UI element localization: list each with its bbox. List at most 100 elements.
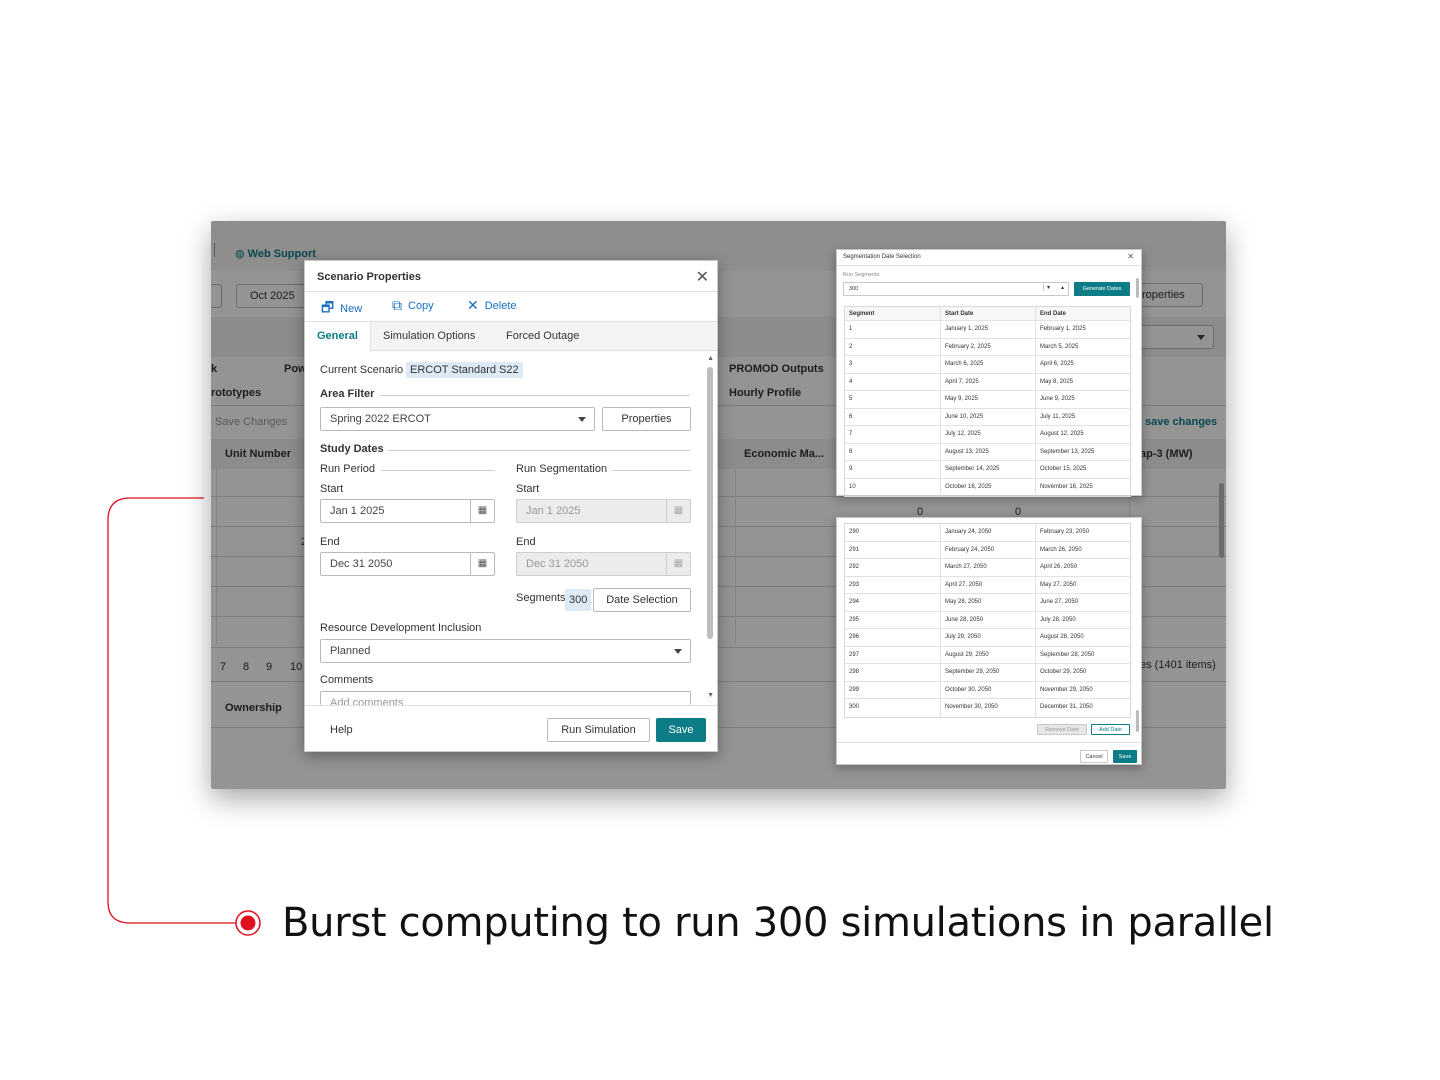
- segment-row[interactable]: 292 March 27, 2050 April 26, 2050: [845, 559, 1130, 577]
- area-filter-select[interactable]: Spring 2022 ERCOT: [320, 407, 595, 431]
- date-selection-button[interactable]: Date Selection: [593, 588, 691, 612]
- calendar-icon: ▦: [666, 553, 690, 575]
- col-start-date: Start Date: [941, 307, 1036, 320]
- segment-row[interactable]: 297 August 29, 2050 September 28, 2050: [845, 646, 1130, 664]
- segment-row[interactable]: 295 June 28, 2050 July 28, 2050: [845, 611, 1130, 629]
- tab-general[interactable]: General: [305, 322, 371, 352]
- segment-row[interactable]: 10 October 16, 2025 November 16, 2025: [845, 478, 1130, 496]
- study-dates-heading: Study Dates: [320, 443, 384, 455]
- segment-end-date: April 26, 2050: [1040, 564, 1078, 570]
- close-icon[interactable]: ✕: [696, 267, 709, 287]
- segment-row[interactable]: 293 April 27, 2050 May 27, 2050: [845, 576, 1130, 594]
- segment-start-date: June 28, 2050: [941, 611, 1036, 628]
- segment-start-date: March 27, 2050: [941, 559, 1036, 576]
- segment-end-date: August 12, 2025: [1040, 431, 1084, 437]
- current-scenario-label: Current Scenario: [320, 364, 404, 376]
- segment-number: 295: [845, 611, 941, 628]
- dialog-scrollbar[interactable]: [707, 367, 713, 639]
- add-date-button[interactable]: Add Date: [1091, 724, 1130, 735]
- segment-row[interactable]: 8 August 13, 2025 September 13, 2025: [845, 443, 1130, 461]
- segmentation-title: Segmentation Date Selection: [843, 254, 921, 260]
- segment-end-date: June 9, 2025: [1040, 396, 1075, 402]
- seg-start-label: Start: [516, 483, 540, 495]
- seg-end-label: End: [516, 536, 536, 548]
- segment-number: 296: [845, 629, 941, 646]
- segment-row[interactable]: 6 June 10, 2025 July 11, 2025: [845, 408, 1130, 426]
- segment-row[interactable]: 300 November 30, 2050 December 31, 2050: [845, 699, 1130, 717]
- segment-row[interactable]: 7 July 12, 2025 August 12, 2025: [845, 426, 1130, 444]
- new-button[interactable]: 🗗 New: [321, 297, 362, 321]
- segment-row[interactable]: 298 September 29, 2050 October 29, 2050: [845, 664, 1130, 682]
- segment-number: 290: [845, 524, 941, 541]
- segment-end-date: February 23, 2050: [1040, 529, 1090, 535]
- increment-icon[interactable]: ▴: [1059, 284, 1066, 291]
- help-link[interactable]: Help: [330, 724, 353, 736]
- segment-row[interactable]: 296 July 29, 2050 August 28, 2050: [845, 629, 1130, 647]
- save-button[interactable]: Save: [656, 718, 706, 742]
- run-period-start-label: Start: [320, 483, 344, 495]
- area-properties-button[interactable]: Properties: [602, 407, 691, 431]
- run-segments-input[interactable]: 300 ▾ ▴: [843, 282, 1069, 296]
- segment-table-top: Segment Start Date End Date 1 January 1, …: [844, 306, 1131, 497]
- close-icon[interactable]: ✕: [1127, 252, 1134, 261]
- segment-number: 5: [845, 391, 941, 408]
- seg-scrollbar-top[interactable]: [1136, 278, 1139, 298]
- dialog-tabs: General Simulation Options Forced Outage: [305, 321, 717, 352]
- segment-start-date: September 14, 2025: [941, 461, 1036, 478]
- rdi-value: Planned: [330, 645, 371, 657]
- run-period-end-value: Dec 31 2050: [330, 558, 393, 570]
- area-filter-value: Spring 2022 ERCOT: [330, 413, 431, 425]
- segment-end-date: December 31, 2050: [1040, 704, 1093, 710]
- seg-end-value: Dec 31 2050: [526, 558, 589, 570]
- calendar-icon[interactable]: ▦: [470, 500, 494, 522]
- segment-start-date: May 28, 2050: [941, 594, 1036, 611]
- tab-simulation-options[interactable]: Simulation Options: [371, 322, 487, 351]
- segment-number: 297: [845, 646, 941, 663]
- current-scenario-value: ERCOT Standard S22: [406, 362, 523, 378]
- comments-input[interactable]: Add comments: [320, 691, 691, 705]
- segment-row[interactable]: 4 April 7, 2025 May 8, 2025: [845, 373, 1130, 391]
- segment-number: 6: [845, 408, 941, 425]
- segment-end-date: March 5, 2025: [1040, 343, 1079, 350]
- segment-start-date: July 12, 2025: [941, 426, 1036, 443]
- segment-row[interactable]: 299 October 30, 2050 November 29, 2050: [845, 681, 1130, 699]
- rdi-select[interactable]: Planned: [320, 639, 691, 663]
- generate-dates-button[interactable]: Generate Dates: [1074, 282, 1130, 296]
- segment-number: 9: [845, 461, 941, 478]
- seg-save-button[interactable]: Save: [1113, 750, 1137, 763]
- segment-row[interactable]: 291 February 24, 2050 March 26, 2050: [845, 541, 1130, 559]
- delete-label: Delete: [484, 299, 517, 312]
- scroll-up-icon[interactable]: ▲: [707, 355, 714, 362]
- segment-row[interactable]: 2 February 2, 2025 March 5, 2025: [845, 338, 1130, 356]
- calendar-icon[interactable]: ▦: [470, 553, 494, 575]
- segment-row[interactable]: 3 March 6, 2025 April 6, 2025: [845, 356, 1130, 374]
- segment-number: 300: [845, 699, 941, 717]
- segment-end-date: March 26, 2050: [1040, 546, 1082, 553]
- seg-scrollbar-bottom[interactable]: [1136, 710, 1139, 732]
- seg-cancel-button[interactable]: Cancel: [1080, 750, 1108, 763]
- remove-date-button[interactable]: Remove Date: [1037, 724, 1087, 735]
- segment-number: 3: [845, 356, 941, 373]
- run-period-start-input[interactable]: Jan 1 2025 ▦: [320, 499, 495, 523]
- scroll-down-icon[interactable]: ▼: [707, 692, 714, 699]
- segment-row[interactable]: 1 January 1, 2025 February 1, 2025: [845, 321, 1130, 339]
- delete-button[interactable]: ✕ Delete: [467, 297, 517, 314]
- segment-row[interactable]: 290 January 24, 2050 February 23, 2050: [845, 524, 1130, 542]
- tab-forced-outage[interactable]: Forced Outage: [494, 322, 591, 351]
- copy-label: Copy: [408, 299, 434, 312]
- copy-button[interactable]: ⧉ Copy: [392, 297, 434, 314]
- segment-row[interactable]: 9 September 14, 2025 October 15, 2025: [845, 461, 1130, 479]
- segment-start-date: April 7, 2025: [941, 373, 1036, 390]
- segment-end-date: October 15, 2025: [1040, 466, 1087, 472]
- decrement-icon[interactable]: ▾: [1042, 284, 1053, 291]
- segment-start-date: January 1, 2025: [941, 321, 1036, 338]
- segment-row[interactable]: 5 May 9, 2025 June 9, 2025: [845, 391, 1130, 409]
- segment-number: 4: [845, 373, 941, 390]
- run-segments-label: Run Segments: [843, 272, 880, 278]
- run-period-end-input[interactable]: Dec 31 2050 ▦: [320, 552, 495, 576]
- segmentation-window-top: Segmentation Date Selection ✕ Run Segmen…: [836, 249, 1142, 497]
- segment-row[interactable]: 294 May 28, 2050 June 27, 2050: [845, 594, 1130, 612]
- segment-number: 7: [845, 426, 941, 443]
- segment-number: 299: [845, 681, 941, 698]
- run-simulation-button[interactable]: Run Simulation: [547, 718, 650, 742]
